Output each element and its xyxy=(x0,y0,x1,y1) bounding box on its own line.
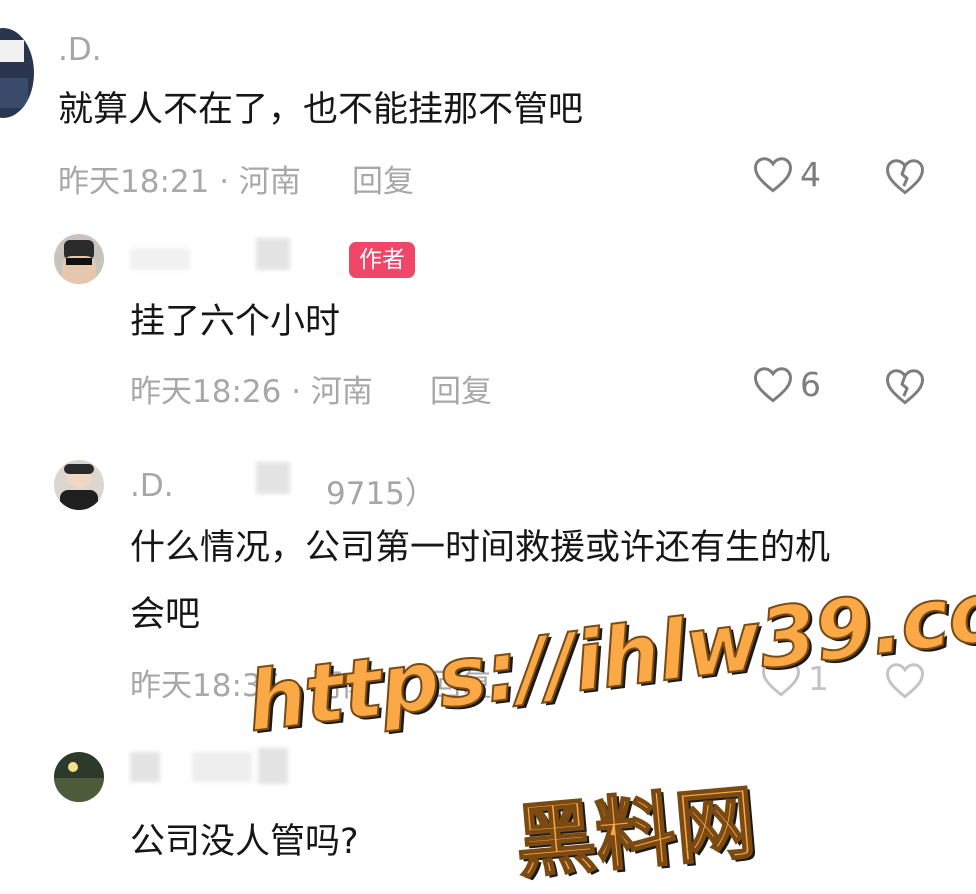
username-redacted xyxy=(130,752,160,782)
comment-text: 公司没人管吗? xyxy=(130,822,359,862)
broken-heart-icon xyxy=(886,369,924,405)
dislike-button[interactable] xyxy=(884,156,926,200)
comment-meta: 昨天18:26 · 河南 xyxy=(130,366,373,411)
username-redacted xyxy=(256,462,290,494)
meta-separator: · xyxy=(209,164,239,200)
avatar[interactable] xyxy=(54,460,104,510)
broken-heart-icon xyxy=(886,159,924,195)
username-redacted xyxy=(258,748,288,784)
watermark-text: 黑料网 xyxy=(511,775,760,891)
dislike-button[interactable] xyxy=(884,660,926,704)
author-badge: 作者 xyxy=(349,242,415,278)
username[interactable]: .D. xyxy=(58,32,102,68)
like-count: 1 xyxy=(808,658,829,698)
watermark-url: https://ihlw39.com xyxy=(241,552,976,751)
comment-text: 就算人不在了，也不能挂那不管吧 xyxy=(58,90,584,130)
like-count: 6 xyxy=(800,364,821,404)
meta-separator: · xyxy=(281,668,311,704)
heart-icon xyxy=(762,661,800,697)
avatar[interactable] xyxy=(54,752,104,802)
meta-separator: · xyxy=(281,374,311,410)
username[interactable]: .D. xyxy=(130,468,174,504)
username-suffix: 9715） xyxy=(326,476,436,512)
comment-text: 挂了六个小时 xyxy=(130,302,341,342)
username-redacted xyxy=(130,248,190,270)
like-button[interactable]: 1 xyxy=(760,658,829,698)
comment-location: 河南 xyxy=(310,374,373,410)
broken-heart-icon xyxy=(886,663,924,699)
heart-icon xyxy=(754,157,792,193)
reply-button[interactable]: 回复 xyxy=(430,366,492,411)
comment-text: 会吧 xyxy=(130,595,201,635)
avatar[interactable] xyxy=(54,234,104,284)
like-count: 4 xyxy=(800,154,821,194)
username-redacted xyxy=(256,238,290,270)
comment-location: 河南 xyxy=(238,164,301,200)
comment-time: 昨天18:26 xyxy=(130,374,282,410)
comment-meta: 昨天18:35 · 河南 xyxy=(130,660,373,705)
comment-meta: 昨天18:21 · 河南 xyxy=(58,156,301,201)
like-button[interactable]: 6 xyxy=(752,364,821,404)
comment-time: 昨天18:35 xyxy=(130,668,282,704)
reply-button[interactable]: 回复 xyxy=(352,156,414,201)
reply-button[interactable]: 回复 xyxy=(430,660,492,705)
username-redacted xyxy=(192,752,252,782)
like-button[interactable]: 4 xyxy=(752,154,821,194)
comment-time: 昨天18:21 xyxy=(58,164,210,200)
comment-text: 什么情况，公司第一时间救援或许还有生的机 xyxy=(130,528,831,568)
comment-location: 河南 xyxy=(310,668,373,704)
avatar[interactable] xyxy=(0,28,34,118)
dislike-button[interactable] xyxy=(884,366,926,410)
heart-icon xyxy=(754,367,792,403)
